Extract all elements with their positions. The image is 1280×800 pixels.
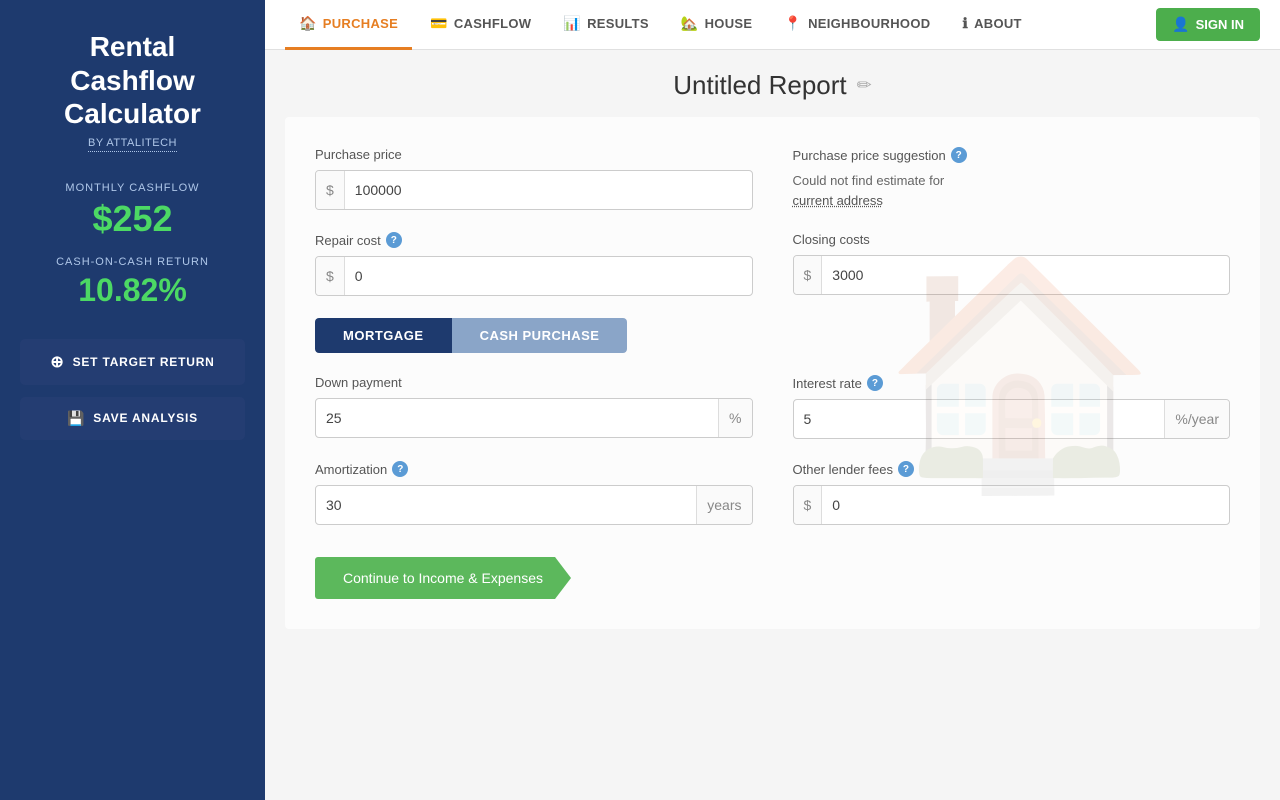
other-lender-fees-label: Other lender fees ? xyxy=(793,461,1231,477)
target-icon xyxy=(50,352,64,372)
nav-neighbourhood[interactable]: NEIGHBOURHOOD xyxy=(770,0,944,50)
down-payment-suffix: % xyxy=(718,399,751,437)
cash-on-cash-label: CASH-ON-CASH RETURN xyxy=(56,256,209,268)
purchase-price-label: Purchase price xyxy=(315,147,753,162)
purchase-suggestion-text: Could not find estimate for current addr… xyxy=(793,171,1231,210)
purchase-icon xyxy=(299,15,317,32)
sign-in-button[interactable]: SIGN IN xyxy=(1156,8,1260,41)
purchase-form: 🏠 Purchase price $ Purchase price sugges… xyxy=(285,117,1260,629)
other-lender-fees-prefix: $ xyxy=(794,486,823,524)
top-navigation: PURCHASE CASHFLOW RESULTS HOUSE NEIGHBOU… xyxy=(265,0,1280,50)
repair-cost-input[interactable] xyxy=(345,257,752,295)
cash-on-cash-value: 10.82% xyxy=(78,272,187,309)
results-icon xyxy=(563,15,581,32)
interest-rate-input-wrap: %/year xyxy=(793,399,1231,439)
interest-rate-label: Interest rate ? xyxy=(793,375,1231,391)
other-lender-fees-input-wrap: $ xyxy=(793,485,1231,525)
purchase-suggestion-group: Purchase price suggestion ? Could not fi… xyxy=(793,147,1231,210)
purchase-price-row: Purchase price $ Purchase price suggesti… xyxy=(315,147,1230,210)
amortization-suffix: years xyxy=(696,486,751,524)
house-icon xyxy=(681,15,699,32)
closing-costs-prefix: $ xyxy=(794,256,823,294)
purchase-price-input-wrap: $ xyxy=(315,170,753,210)
purchase-type-toggle: MORTGAGE CASH PURCHASE xyxy=(315,318,1230,353)
save-icon xyxy=(67,410,85,427)
purchase-price-input[interactable] xyxy=(345,171,752,209)
closing-costs-group: Closing costs $ xyxy=(793,232,1231,296)
sidebar: Rental Cashflow Calculator BY ATTALITECH… xyxy=(0,0,265,800)
continue-button[interactable]: Continue to Income & Expenses xyxy=(315,557,571,599)
by-label: BY ATTALITECH xyxy=(88,137,177,152)
set-target-return-button[interactable]: SET TARGET RETURN xyxy=(20,339,245,385)
purchase-price-prefix: $ xyxy=(316,171,345,209)
down-payment-input-wrap: % xyxy=(315,398,753,438)
current-address-link[interactable]: current address xyxy=(793,193,883,208)
other-lender-fees-group: Other lender fees ? $ xyxy=(793,461,1231,525)
other-lender-fees-input[interactable] xyxy=(822,486,1229,524)
monthly-cashflow-label: MONTHLY CASHFLOW xyxy=(65,182,199,194)
user-icon xyxy=(1172,16,1189,33)
nav-results[interactable]: RESULTS xyxy=(549,0,663,50)
save-analysis-button[interactable]: SAVE ANALYSIS xyxy=(20,397,245,440)
closing-costs-label: Closing costs xyxy=(793,232,1231,247)
main-content: PURCHASE CASHFLOW RESULTS HOUSE NEIGHBOU… xyxy=(265,0,1280,800)
purchase-suggestion-help-icon[interactable]: ? xyxy=(951,147,967,163)
repair-cost-group: Repair cost ? $ xyxy=(315,232,753,296)
repair-closing-row: Repair cost ? $ Closing costs $ xyxy=(315,232,1230,296)
amortization-group: Amortization ? years xyxy=(315,461,753,525)
purchase-price-group: Purchase price $ xyxy=(315,147,753,210)
closing-costs-input-wrap: $ xyxy=(793,255,1231,295)
edit-title-icon[interactable]: ✏ xyxy=(857,75,872,96)
nav-cashflow[interactable]: CASHFLOW xyxy=(416,0,545,50)
closing-costs-input[interactable] xyxy=(822,256,1229,294)
cashflow-icon xyxy=(430,15,448,32)
down-payment-input[interactable] xyxy=(316,399,718,437)
nav-about[interactable]: ABOUT xyxy=(948,0,1035,50)
about-icon xyxy=(962,15,968,32)
interest-rate-input[interactable] xyxy=(794,400,1165,438)
monthly-cashflow-value: $252 xyxy=(92,198,172,240)
repair-cost-input-wrap: $ xyxy=(315,256,753,296)
repair-cost-label: Repair cost ? xyxy=(315,232,753,248)
down-payment-group: Down payment % xyxy=(315,375,753,439)
interest-rate-suffix: %/year xyxy=(1164,400,1229,438)
repair-cost-help-icon[interactable]: ? xyxy=(386,232,402,248)
cash-purchase-button[interactable]: CASH PURCHASE xyxy=(452,318,628,353)
interest-rate-help-icon[interactable]: ? xyxy=(867,375,883,391)
app-title: Rental Cashflow Calculator xyxy=(64,30,201,131)
neighbourhood-icon xyxy=(784,15,802,32)
page-title: Untitled Report xyxy=(673,70,846,101)
amortization-label: Amortization ? xyxy=(315,461,753,477)
down-payment-row: Down payment % Interest rate ? %/year xyxy=(315,375,1230,439)
purchase-suggestion-label: Purchase price suggestion ? xyxy=(793,147,1231,163)
nav-house[interactable]: HOUSE xyxy=(667,0,766,50)
down-payment-label: Down payment xyxy=(315,375,753,390)
amortization-help-icon[interactable]: ? xyxy=(392,461,408,477)
nav-purchase[interactable]: PURCHASE xyxy=(285,0,412,50)
page-header: Untitled Report ✏ xyxy=(265,50,1280,117)
mortgage-button[interactable]: MORTGAGE xyxy=(315,318,452,353)
interest-rate-group: Interest rate ? %/year xyxy=(793,375,1231,439)
repair-cost-prefix: $ xyxy=(316,257,345,295)
amortization-row: Amortization ? years Other lender fees ?… xyxy=(315,461,1230,525)
amortization-input-wrap: years xyxy=(315,485,753,525)
other-lender-fees-help-icon[interactable]: ? xyxy=(898,461,914,477)
amortization-input[interactable] xyxy=(316,486,696,524)
